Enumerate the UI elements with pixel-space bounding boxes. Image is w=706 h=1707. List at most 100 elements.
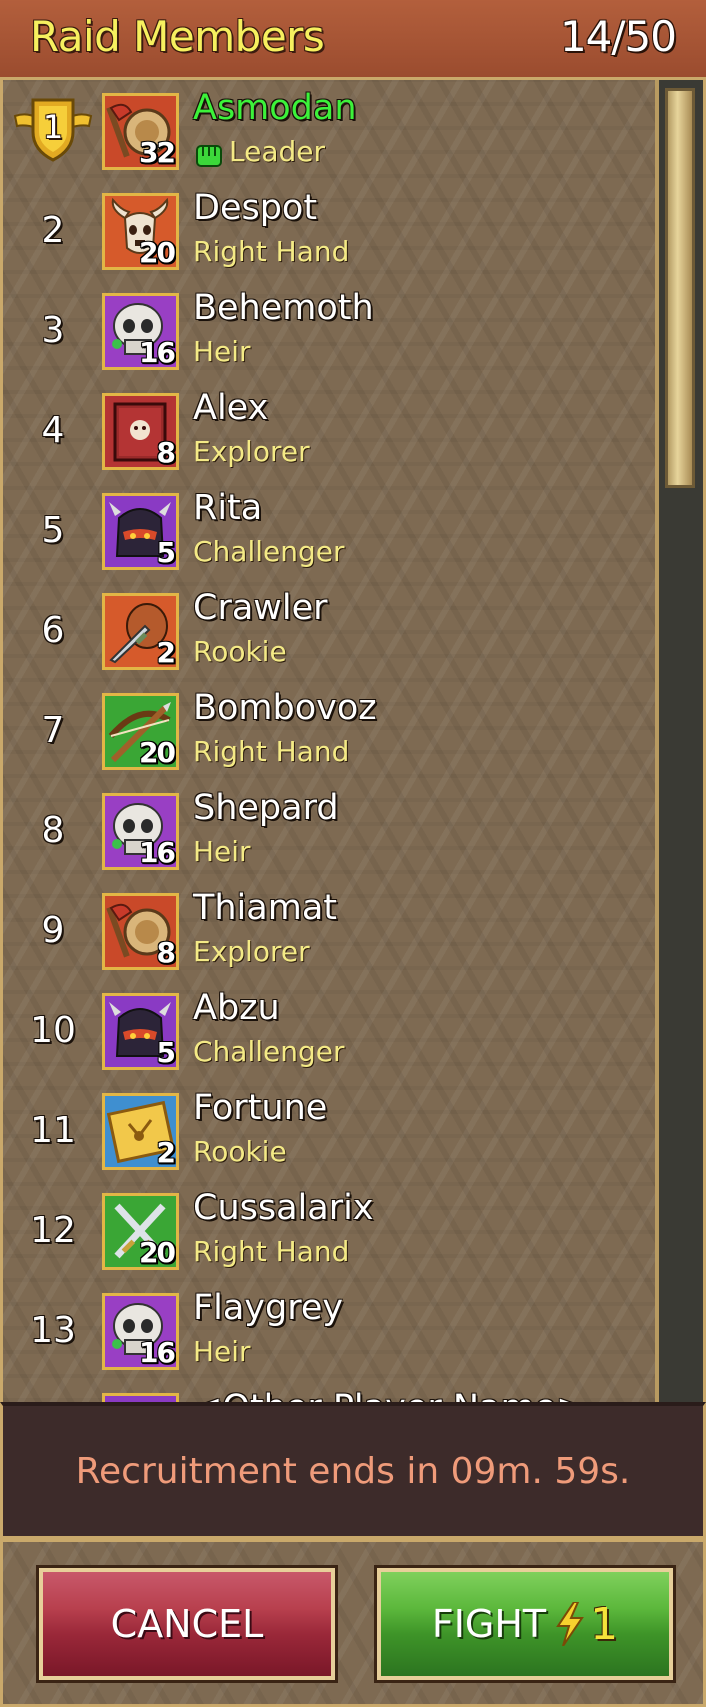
member-level: 2 (156, 1136, 176, 1169)
member-name: Bombovoz (193, 688, 377, 728)
member-role: Heir (193, 1335, 251, 1368)
member-row[interactable]: 13 16 Flaygrey Heir (3, 1280, 658, 1380)
member-row[interactable]: 6 2 Crawler Rookie (3, 580, 658, 680)
rank-number: 12 (30, 1209, 76, 1251)
avatar[interactable]: 2 (102, 1093, 179, 1170)
cancel-button[interactable]: CANCEL (36, 1565, 338, 1683)
member-name: Behemoth (193, 288, 374, 328)
member-name: Abzu (193, 988, 280, 1028)
rank-number: 9 (41, 909, 65, 951)
member-row[interactable]: 4 8 Alex Explorer (3, 380, 658, 480)
fist-icon (196, 145, 222, 167)
member-level: 5 (156, 1036, 176, 1069)
member-name: Despot (193, 188, 318, 228)
rank-number: 14 (3, 1380, 103, 1402)
rank-number: 13 (30, 1309, 76, 1351)
member-row[interactable]: 8 16 Shepard Heir (3, 780, 658, 880)
member-level: 16 (139, 1336, 176, 1369)
member-row[interactable]: 5 5 Rita Challenger (3, 480, 658, 580)
avatar[interactable]: 16 (102, 293, 179, 370)
member-role: Heir (193, 335, 251, 368)
member-role: Right Hand (193, 235, 350, 268)
member-count: 14/50 (559, 12, 677, 61)
member-name: Cussalarix (193, 1188, 374, 1228)
member-role: Challenger (193, 1035, 345, 1068)
member-level: 8 (156, 436, 176, 469)
rank-number: 8 (41, 809, 65, 851)
fight-button-label: FIGHT (431, 1602, 547, 1646)
member-list-panel[interactable]: 1 32 Asmodan Leader 2 20 Despot Right Hand 3 … (0, 80, 706, 1402)
member-role: Leader (229, 135, 326, 168)
member-level: 5 (156, 536, 176, 569)
recruitment-timer: Recruitment ends in 09m. 59s. (75, 1450, 631, 1492)
member-row[interactable]: 2 20 Despot Right Hand (3, 180, 658, 280)
member-row[interactable]: 10 5 Abzu Challenger (3, 980, 658, 1080)
member-row[interactable]: 9 8 Thiamat Explorer (3, 880, 658, 980)
avatar[interactable]: 2 (102, 593, 179, 670)
avatar[interactable]: 8 (102, 393, 179, 470)
cancel-button-label: CANCEL (110, 1602, 264, 1646)
rank-number: 5 (41, 509, 65, 551)
rank-number: 4 (41, 409, 65, 451)
member-role: Explorer (193, 435, 310, 468)
member-list[interactable]: 1 32 Asmodan Leader 2 20 Despot Right Hand 3 … (3, 80, 658, 1402)
member-level: 8 (156, 936, 176, 969)
rank-number: 6 (41, 609, 65, 651)
member-level: 2 (156, 636, 176, 669)
avatar[interactable]: 20 (102, 193, 179, 270)
member-row[interactable]: 14 <Other Player Name> (3, 1380, 658, 1402)
action-bar: CANCEL FIGHT 1 (0, 1539, 706, 1707)
raid-members-screen: Raid Members 14/50 1 32 Asmodan Leader 2 2… (0, 0, 706, 1707)
scroll-thumb[interactable] (665, 88, 695, 488)
member-name: Asmodan (193, 88, 357, 128)
member-role: Heir (193, 835, 251, 868)
avatar[interactable]: 8 (102, 893, 179, 970)
member-row[interactable]: 12 20 Cussalarix Right Hand (3, 1180, 658, 1280)
fight-button[interactable]: FIGHT 1 (374, 1565, 676, 1683)
member-role: Rookie (193, 1135, 287, 1168)
page-title: Raid Members (30, 12, 325, 61)
avatar[interactable] (102, 1393, 179, 1402)
member-name: Shepard (193, 788, 339, 828)
fight-energy-cost: 1 (590, 1598, 619, 1650)
avatar[interactable]: 16 (102, 793, 179, 870)
member-name: Thiamat (193, 888, 337, 928)
member-role: Rookie (193, 635, 287, 668)
header-bar: Raid Members 14/50 (0, 0, 706, 80)
rank-number: 2 (41, 209, 65, 251)
member-level: 20 (139, 236, 176, 269)
rank-number: 11 (30, 1109, 76, 1151)
member-name: Rita (193, 488, 263, 528)
member-row[interactable]: 1 32 Asmodan Leader (3, 80, 658, 180)
member-role: Explorer (193, 935, 310, 968)
member-row[interactable]: 7 20 Bombovoz Right Hand (3, 680, 658, 780)
member-name: Crawler (193, 588, 328, 628)
member-row[interactable]: 11 2 Fortune Rookie (3, 1080, 658, 1180)
member-row[interactable]: 3 16 Behemoth Heir (3, 280, 658, 380)
member-level: 20 (139, 1236, 176, 1269)
member-role: Right Hand (193, 1235, 350, 1268)
member-level: 16 (139, 336, 176, 369)
avatar[interactable]: 32 (102, 93, 179, 170)
scrollbar[interactable] (655, 80, 703, 1402)
rank-number: 1 (42, 108, 64, 146)
member-role: Right Hand (193, 735, 350, 768)
member-name: Fortune (193, 1088, 328, 1128)
member-role: Challenger (193, 535, 345, 568)
member-name: Alex (193, 388, 269, 428)
avatar[interactable]: 20 (102, 693, 179, 770)
member-level: 16 (139, 836, 176, 869)
avatar[interactable]: 5 (102, 493, 179, 570)
avatar[interactable]: 16 (102, 1293, 179, 1370)
recruitment-status-panel: Recruitment ends in 09m. 59s. (0, 1402, 706, 1539)
rank-number: 3 (41, 309, 65, 351)
member-level: 32 (139, 136, 176, 169)
lightning-bolt-icon (556, 1602, 585, 1646)
member-name: <Other Player Name> (193, 1388, 585, 1402)
member-level: 20 (139, 736, 176, 769)
member-name: Flaygrey (193, 1288, 344, 1328)
avatar[interactable]: 5 (102, 993, 179, 1070)
avatar[interactable]: 20 (102, 1193, 179, 1270)
rank-number: 10 (30, 1009, 76, 1051)
rank-number: 7 (41, 709, 65, 751)
